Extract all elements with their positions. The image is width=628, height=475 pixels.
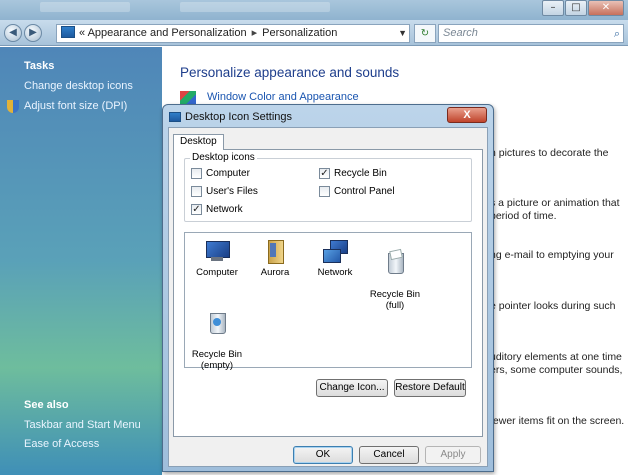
checkbox-box[interactable]: ✓ [191, 204, 202, 215]
icon-label: Computer [196, 267, 238, 278]
window-color-link[interactable]: Window Color and Appearance [207, 91, 359, 103]
restore-default-button[interactable]: Restore Default [394, 379, 466, 397]
breadcrumb-personalization[interactable]: Personalization [262, 27, 337, 39]
screen-saver-description: s a picture or animation that period of … [490, 197, 620, 222]
computer-icon [204, 239, 230, 263]
taskbar-start-menu-link[interactable]: Taskbar and Start Menu [24, 419, 141, 431]
users-files-checkbox[interactable]: User's Files [191, 186, 258, 197]
desktop-tab-panel: Desktop icons Computer ✓ Recycle Bin Use… [173, 149, 483, 437]
list-item[interactable]: Aurora [247, 239, 303, 278]
address-dropdown-icon[interactable]: ▼ [398, 25, 407, 42]
back-button[interactable]: ◀ [4, 24, 22, 42]
apply-button[interactable]: Apply [425, 446, 481, 464]
ok-button[interactable]: OK [293, 446, 353, 464]
search-input[interactable]: Search ⌕ [438, 24, 624, 43]
breadcrumb-appearance[interactable]: Appearance and Personalization [88, 27, 247, 39]
desktop-icons-group-label: Desktop icons [190, 152, 257, 163]
desktop-icon-list: Computer Aurora Network Recycle Bin (ful… [184, 232, 472, 371]
checkbox-label: Network [206, 204, 243, 215]
dialog-close-button[interactable]: X [447, 107, 487, 123]
list-item[interactable]: Recycle Bin (full) [367, 239, 423, 322]
background-tab [40, 2, 130, 12]
list-item[interactable]: Network [307, 239, 363, 278]
uac-shield-icon [7, 100, 19, 113]
list-item[interactable]: Computer [189, 239, 245, 278]
forward-button[interactable]: ▶ [24, 24, 42, 42]
dialog-title: Desktop Icon Settings [185, 111, 293, 123]
breadcrumb-separator-icon[interactable]: ▸ [252, 27, 258, 39]
display-settings-description: fewer items fit on the screen. [490, 415, 625, 427]
tab-desktop[interactable]: Desktop [173, 134, 224, 150]
refresh-button[interactable]: ↻ [414, 24, 436, 43]
tasks-heading: Tasks [24, 60, 55, 72]
theme-description: uditory elements at one time ers, some c… [490, 351, 623, 376]
list-item[interactable]: Recycle Bin (empty) [189, 299, 245, 382]
desktop-icons-group: Desktop icons Computer ✓ Recycle Bin Use… [184, 152, 472, 222]
window-titlebar: – □ ✕ [0, 0, 628, 20]
network-checkbox[interactable]: ✓ Network [191, 204, 243, 215]
see-also-heading: See also [24, 399, 69, 411]
desktop-background-description: n pictures to decorate the [490, 147, 609, 159]
cancel-button[interactable]: Cancel [359, 446, 419, 464]
close-window-button[interactable]: ✕ [588, 0, 624, 16]
minimize-button[interactable]: – [542, 0, 564, 16]
window-controls: – □ ✕ [542, 0, 624, 16]
checkbox-box[interactable]: ✓ [319, 168, 330, 179]
dialog-body: Desktop Desktop icons Computer ✓ Recycle… [168, 127, 488, 467]
ease-of-access-link[interactable]: Ease of Access [24, 438, 99, 450]
desktop-icon-settings-dialog: Desktop Icon Settings X Desktop Desktop … [162, 104, 494, 472]
control-panel-checkbox[interactable]: Control Panel [319, 186, 395, 197]
icon-label: Recycle Bin (full) [369, 289, 421, 311]
dialog-title-icon [169, 112, 181, 122]
icon-label: Network [317, 267, 353, 278]
checkbox-label: User's Files [206, 186, 258, 197]
recycle-bin-full-icon [382, 250, 408, 274]
control-panel-icon [61, 26, 75, 38]
breadcrumb-prefix[interactable]: « [79, 27, 85, 39]
sounds-description: ng e-mail to emptying your [490, 249, 614, 261]
change-icon-button[interactable]: Change Icon... [316, 379, 388, 397]
maximize-button[interactable]: □ [565, 0, 587, 16]
checkbox-label: Control Panel [334, 186, 395, 197]
recycle-bin-empty-icon [204, 310, 230, 334]
sidebar: Tasks Change desktop icons Adjust font s… [0, 47, 162, 475]
icon-label: Aurora [260, 267, 290, 278]
background-tab [180, 2, 330, 12]
mouse-pointers-description: e pointer looks during such [490, 300, 616, 312]
page-title: Personalize appearance and sounds [180, 65, 400, 80]
navigation-bar: ◀ ▶ « Appearance and Personalization ▸ Per… [0, 20, 628, 46]
search-placeholder: Search [443, 27, 478, 39]
recycle-bin-checkbox[interactable]: ✓ Recycle Bin [319, 168, 387, 179]
checkbox-box[interactable] [191, 186, 202, 197]
search-icon[interactable]: ⌕ [614, 26, 620, 43]
checkbox-box[interactable] [191, 168, 202, 179]
address-bar[interactable]: « Appearance and Personalization ▸ Persona… [56, 24, 410, 43]
adjust-font-size-link[interactable]: Adjust font size (DPI) [24, 100, 127, 112]
computer-checkbox[interactable]: Computer [191, 168, 250, 179]
checkbox-label: Computer [206, 168, 250, 179]
network-icon [322, 239, 348, 263]
checkbox-label: Recycle Bin [334, 168, 387, 179]
checkbox-box[interactable] [319, 186, 330, 197]
user-folder-icon [262, 239, 288, 264]
icon-label: Recycle Bin (empty) [191, 349, 243, 371]
change-desktop-icons-link[interactable]: Change desktop icons [24, 80, 133, 92]
